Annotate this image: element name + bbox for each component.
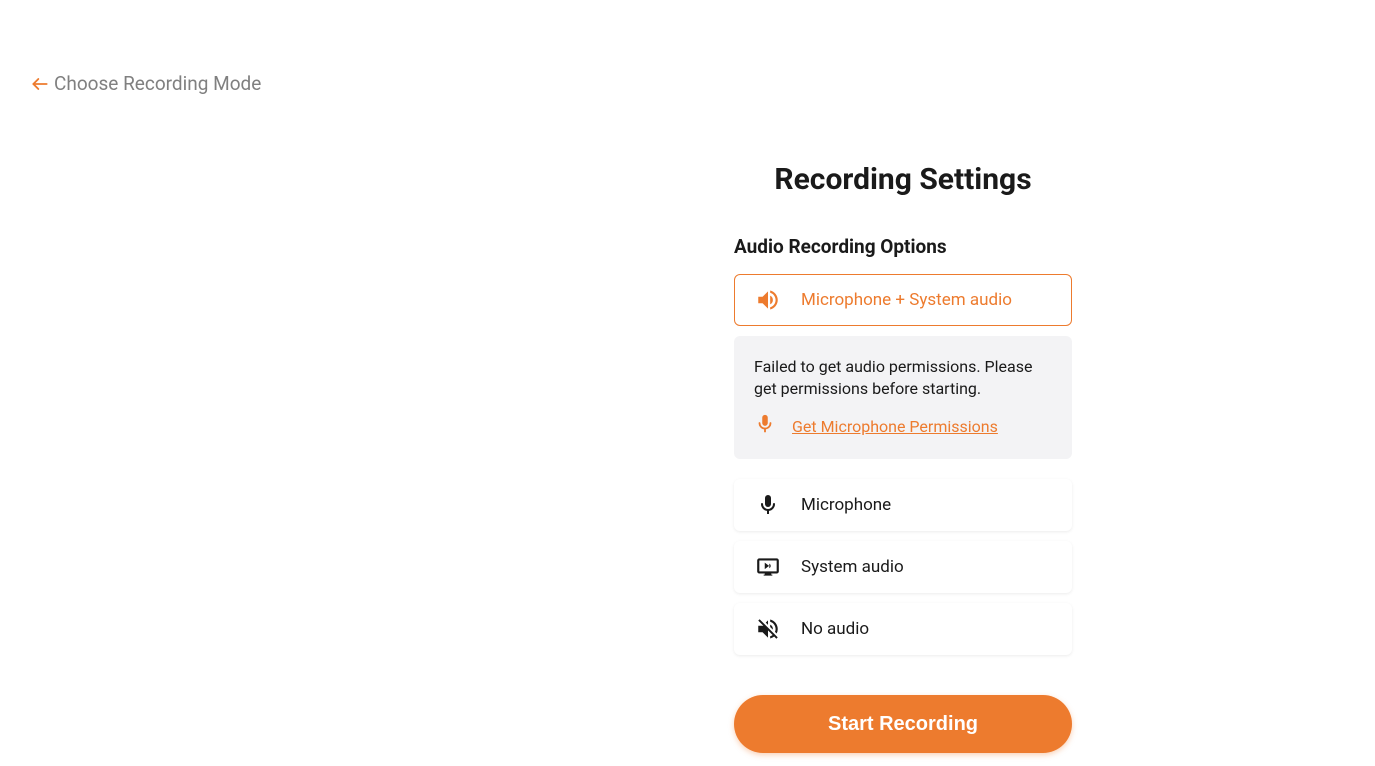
audio-option-system-audio[interactable]: System audio	[734, 541, 1072, 593]
back-to-mode-link[interactable]: Choose Recording Mode	[30, 72, 261, 95]
recording-settings-panel: Recording Settings Audio Recording Optio…	[734, 162, 1072, 753]
audio-option-label: No audio	[801, 619, 869, 639]
audio-option-mic-and-system[interactable]: Microphone + System audio	[734, 274, 1072, 326]
permission-warning-text: Failed to get audio permissions. Please …	[754, 356, 1052, 399]
start-recording-button[interactable]: Start Recording	[734, 695, 1072, 753]
monitor-audio-icon	[755, 554, 781, 580]
back-link-label: Choose Recording Mode	[54, 72, 261, 95]
audio-option-no-audio[interactable]: No audio	[734, 603, 1072, 655]
audio-option-microphone[interactable]: Microphone	[734, 479, 1072, 531]
speaker-icon	[755, 287, 781, 313]
audio-option-label: System audio	[801, 557, 904, 577]
microphone-icon	[754, 413, 776, 439]
page-title: Recording Settings	[734, 162, 1072, 197]
permission-warning: Failed to get audio permissions. Please …	[734, 336, 1072, 459]
audio-option-label: Microphone	[801, 495, 891, 515]
audio-option-label: Microphone + System audio	[801, 290, 1012, 310]
arrow-left-icon	[30, 74, 50, 94]
get-microphone-permissions-link[interactable]: Get Microphone Permissions	[792, 417, 998, 436]
speaker-muted-icon	[755, 616, 781, 642]
audio-options-heading: Audio Recording Options	[734, 235, 1072, 258]
microphone-icon	[755, 492, 781, 518]
get-permissions-row: Get Microphone Permissions	[754, 413, 1052, 439]
